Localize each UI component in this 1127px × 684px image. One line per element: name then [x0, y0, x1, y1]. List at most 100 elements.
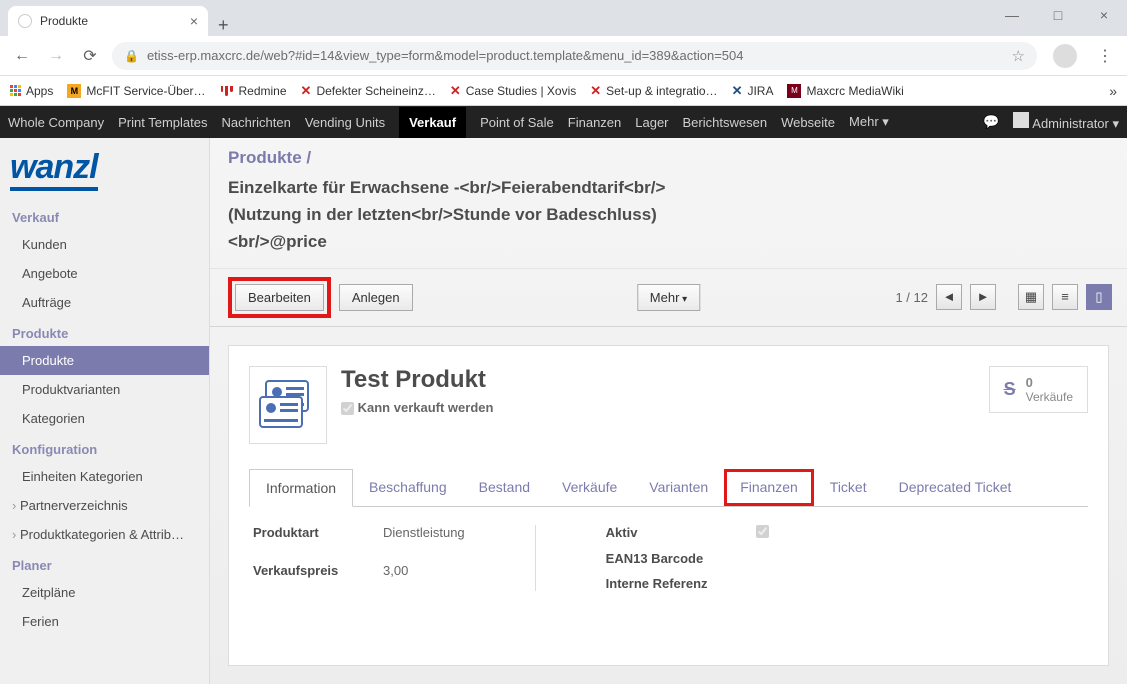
- nav-forward-icon[interactable]: →: [44, 47, 68, 65]
- view-kanban-button[interactable]: ▦: [1018, 284, 1044, 310]
- sidebar-item-produkte[interactable]: Produkte: [0, 346, 209, 375]
- address-bar: ← → ⟳ 🔒 etiss-erp.maxcrc.de/web?#id=14&v…: [0, 36, 1127, 76]
- nav-reload-icon[interactable]: ⟳: [78, 46, 102, 66]
- sidebar-item-auftraege[interactable]: Aufträge: [0, 288, 209, 317]
- sidebar-item-produktkategorien[interactable]: Produktkategorien & Attrib…: [0, 520, 209, 549]
- nav-nachrichten[interactable]: Nachrichten: [221, 115, 290, 130]
- bookmark-setup[interactable]: ✕Set-up & integratio…: [590, 83, 717, 99]
- nav-mehr[interactable]: Mehr ▾: [849, 114, 889, 130]
- label-produktart: Produktart: [253, 525, 383, 553]
- logo[interactable]: wanzl: [0, 138, 209, 201]
- nav-webseite[interactable]: Webseite: [781, 115, 835, 130]
- form-sheet: Test Produkt Kann verkauft werden S 0 Ve…: [228, 345, 1109, 666]
- tab-title: Produkte: [40, 14, 88, 28]
- view-form-button[interactable]: ▯: [1086, 284, 1112, 310]
- value-verkaufspreis: 3,00: [383, 563, 465, 591]
- sidebar: wanzl Verkauf Kunden Angebote Aufträge P…: [0, 138, 210, 684]
- bookmark-defekter[interactable]: ✕Defekter Scheineinz…: [301, 83, 436, 99]
- view-list-button[interactable]: ≡: [1052, 284, 1078, 310]
- sidebar-item-einheiten[interactable]: Einheiten Kategorien: [0, 462, 209, 491]
- close-tab-icon[interactable]: ×: [190, 13, 198, 29]
- sidebar-section-verkauf[interactable]: Verkauf: [0, 205, 209, 230]
- sidebar-section-produkte[interactable]: Produkte: [0, 321, 209, 346]
- nav-finanzen[interactable]: Finanzen: [568, 115, 621, 130]
- sidebar-item-produktvarianten[interactable]: Produktvarianten: [0, 375, 209, 404]
- lock-icon: 🔒: [124, 49, 139, 63]
- redmine-icon: [220, 86, 234, 96]
- tab-varianten[interactable]: Varianten: [633, 469, 724, 506]
- value-interne-referenz: [756, 576, 769, 591]
- bookmark-star-icon[interactable]: ☆: [1012, 47, 1025, 65]
- highlight-box-edit: Bearbeiten: [228, 277, 331, 318]
- action-bar: Bearbeiten Anlegen Mehr 1 / 12 ◄ ► ▦ ≡ ▯: [210, 268, 1127, 327]
- pager: 1 / 12 ◄ ► ▦ ≡ ▯: [895, 284, 1112, 310]
- breadcrumb-root[interactable]: Produkte: [228, 148, 302, 167]
- tab-beschaffung[interactable]: Beschaffung: [353, 469, 463, 506]
- tab-verkaeufe[interactable]: Verkäufe: [546, 469, 633, 506]
- content-area: Produkte / Einzelkarte für Erwachsene -<…: [210, 138, 1127, 684]
- value-produktart: Dienstleistung: [383, 525, 465, 553]
- edit-button[interactable]: Bearbeiten: [235, 284, 324, 311]
- pager-prev-button[interactable]: ◄: [936, 284, 962, 310]
- tab-information[interactable]: Information: [249, 469, 353, 507]
- breadcrumb: Produkte /: [210, 138, 1127, 168]
- nav-whole-company[interactable]: Whole Company: [8, 115, 104, 130]
- jira-icon: ✕: [732, 83, 743, 99]
- url-input[interactable]: 🔒 etiss-erp.maxcrc.de/web?#id=14&view_ty…: [112, 42, 1037, 70]
- tab-finanzen[interactable]: Finanzen: [724, 469, 814, 506]
- pager-next-button[interactable]: ►: [970, 284, 996, 310]
- window-minimize-icon[interactable]: —: [989, 0, 1035, 30]
- sidebar-item-kunden[interactable]: Kunden: [0, 230, 209, 259]
- stat-sales[interactable]: S 0 Verkäufe: [989, 366, 1088, 413]
- bookmark-jira[interactable]: ✕JIRA: [732, 83, 774, 99]
- id-card-icon: [258, 375, 318, 435]
- sidebar-item-zeitplaene[interactable]: Zeitpläne: [0, 578, 209, 607]
- value-ean13: [756, 551, 769, 566]
- nav-lager[interactable]: Lager: [635, 115, 668, 130]
- sidebar-item-ferien[interactable]: Ferien: [0, 607, 209, 636]
- browser-tab-bar: Produkte × + — □ ×: [0, 0, 1127, 36]
- sidebar-item-angebote[interactable]: Angebote: [0, 259, 209, 288]
- bookmark-maxcrc[interactable]: MMaxcrc MediaWiki: [787, 84, 903, 98]
- maxcrc-icon: M: [787, 84, 801, 98]
- nav-pos[interactable]: Point of Sale: [480, 115, 554, 130]
- user-menu[interactable]: Administrator ▾: [1013, 112, 1119, 132]
- bookmark-overflow-icon[interactable]: »: [1109, 83, 1117, 99]
- more-button[interactable]: Mehr: [637, 284, 700, 311]
- tab-bestand[interactable]: Bestand: [463, 469, 546, 506]
- create-button[interactable]: Anlegen: [339, 284, 413, 311]
- label-aktiv: Aktiv: [606, 525, 756, 541]
- new-tab-button[interactable]: +: [208, 15, 239, 36]
- bookmark-redmine[interactable]: Redmine: [220, 84, 287, 98]
- sidebar-section-konfiguration[interactable]: Konfiguration: [0, 437, 209, 462]
- window-close-icon[interactable]: ×: [1081, 0, 1127, 30]
- bookmark-mcfit[interactable]: MMcFIT Service-Über…: [67, 84, 205, 98]
- browser-menu-icon[interactable]: ⋮: [1093, 46, 1117, 66]
- column-divider: [535, 525, 536, 591]
- profile-avatar[interactable]: [1053, 44, 1077, 68]
- nav-berichtswesen[interactable]: Berichtswesen: [683, 115, 768, 130]
- pager-position: 1 / 12: [895, 290, 928, 305]
- browser-tab[interactable]: Produkte ×: [8, 6, 208, 36]
- sidebar-item-kategorien[interactable]: Kategorien: [0, 404, 209, 433]
- tab-deprecated-ticket[interactable]: Deprecated Ticket: [883, 469, 1028, 506]
- user-avatar-icon: [1013, 112, 1029, 128]
- nav-vending-units[interactable]: Vending Units: [305, 115, 385, 130]
- fields-area: Produktart Dienstleistung Verkaufspreis …: [249, 507, 1088, 609]
- fields-left-column: Produktart Dienstleistung Verkaufspreis …: [253, 525, 465, 591]
- nav-verkauf[interactable]: Verkauf: [399, 107, 466, 138]
- chat-icon[interactable]: 💬: [983, 114, 999, 130]
- product-image[interactable]: [249, 366, 327, 444]
- sidebar-item-partnerverzeichnis[interactable]: Partnerverzeichnis: [0, 491, 209, 520]
- bookmark-apps[interactable]: Apps: [10, 84, 53, 98]
- can-be-sold-checkbox[interactable]: [341, 402, 354, 415]
- tab-ticket[interactable]: Ticket: [814, 469, 883, 506]
- sidebar-section-planer[interactable]: Planer: [0, 553, 209, 578]
- nav-print-templates[interactable]: Print Templates: [118, 115, 207, 130]
- window-maximize-icon[interactable]: □: [1035, 0, 1081, 30]
- bookmark-xovis[interactable]: ✕Case Studies | Xovis: [450, 83, 576, 99]
- label-verkaufspreis: Verkaufspreis: [253, 563, 383, 591]
- nav-back-icon[interactable]: ←: [10, 47, 34, 65]
- x-icon: ✕: [590, 83, 601, 99]
- checkbox-aktiv[interactable]: [756, 525, 769, 538]
